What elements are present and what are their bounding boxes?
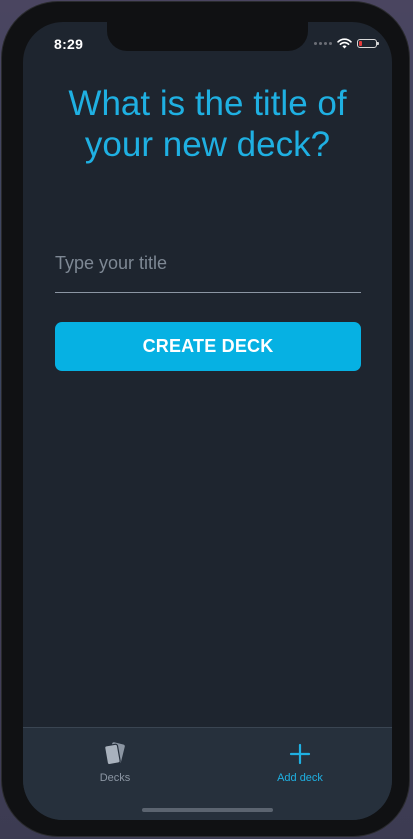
status-time: 8:29 — [54, 36, 84, 52]
plus-icon — [289, 743, 311, 765]
cellular-signal-icon — [314, 42, 332, 45]
phone-frame: 8:29 What is the title of your new deck?… — [2, 2, 409, 836]
notch — [107, 22, 308, 51]
cards-icon — [104, 742, 125, 766]
app-screen: 8:29 What is the title of your new deck?… — [23, 22, 392, 820]
tab-add-deck[interactable]: Add deck — [250, 740, 350, 784]
battery-level — [359, 41, 362, 46]
battery-icon — [357, 39, 379, 48]
tab-decks-label: Decks — [99, 772, 131, 784]
tab-decks[interactable]: Decks — [65, 740, 165, 784]
status-indicators — [314, 38, 379, 49]
home-indicator — [142, 808, 273, 812]
wifi-icon — [337, 38, 352, 49]
page-title: What is the title of your new deck? — [68, 84, 347, 164]
deck-title-input[interactable] — [55, 250, 361, 276]
deck-title-field — [55, 250, 361, 293]
tab-bar: Decks Add deck — [23, 727, 392, 820]
create-deck-button[interactable]: CREATE DECK — [55, 322, 361, 371]
tab-add-deck-label: Add deck — [277, 772, 323, 784]
